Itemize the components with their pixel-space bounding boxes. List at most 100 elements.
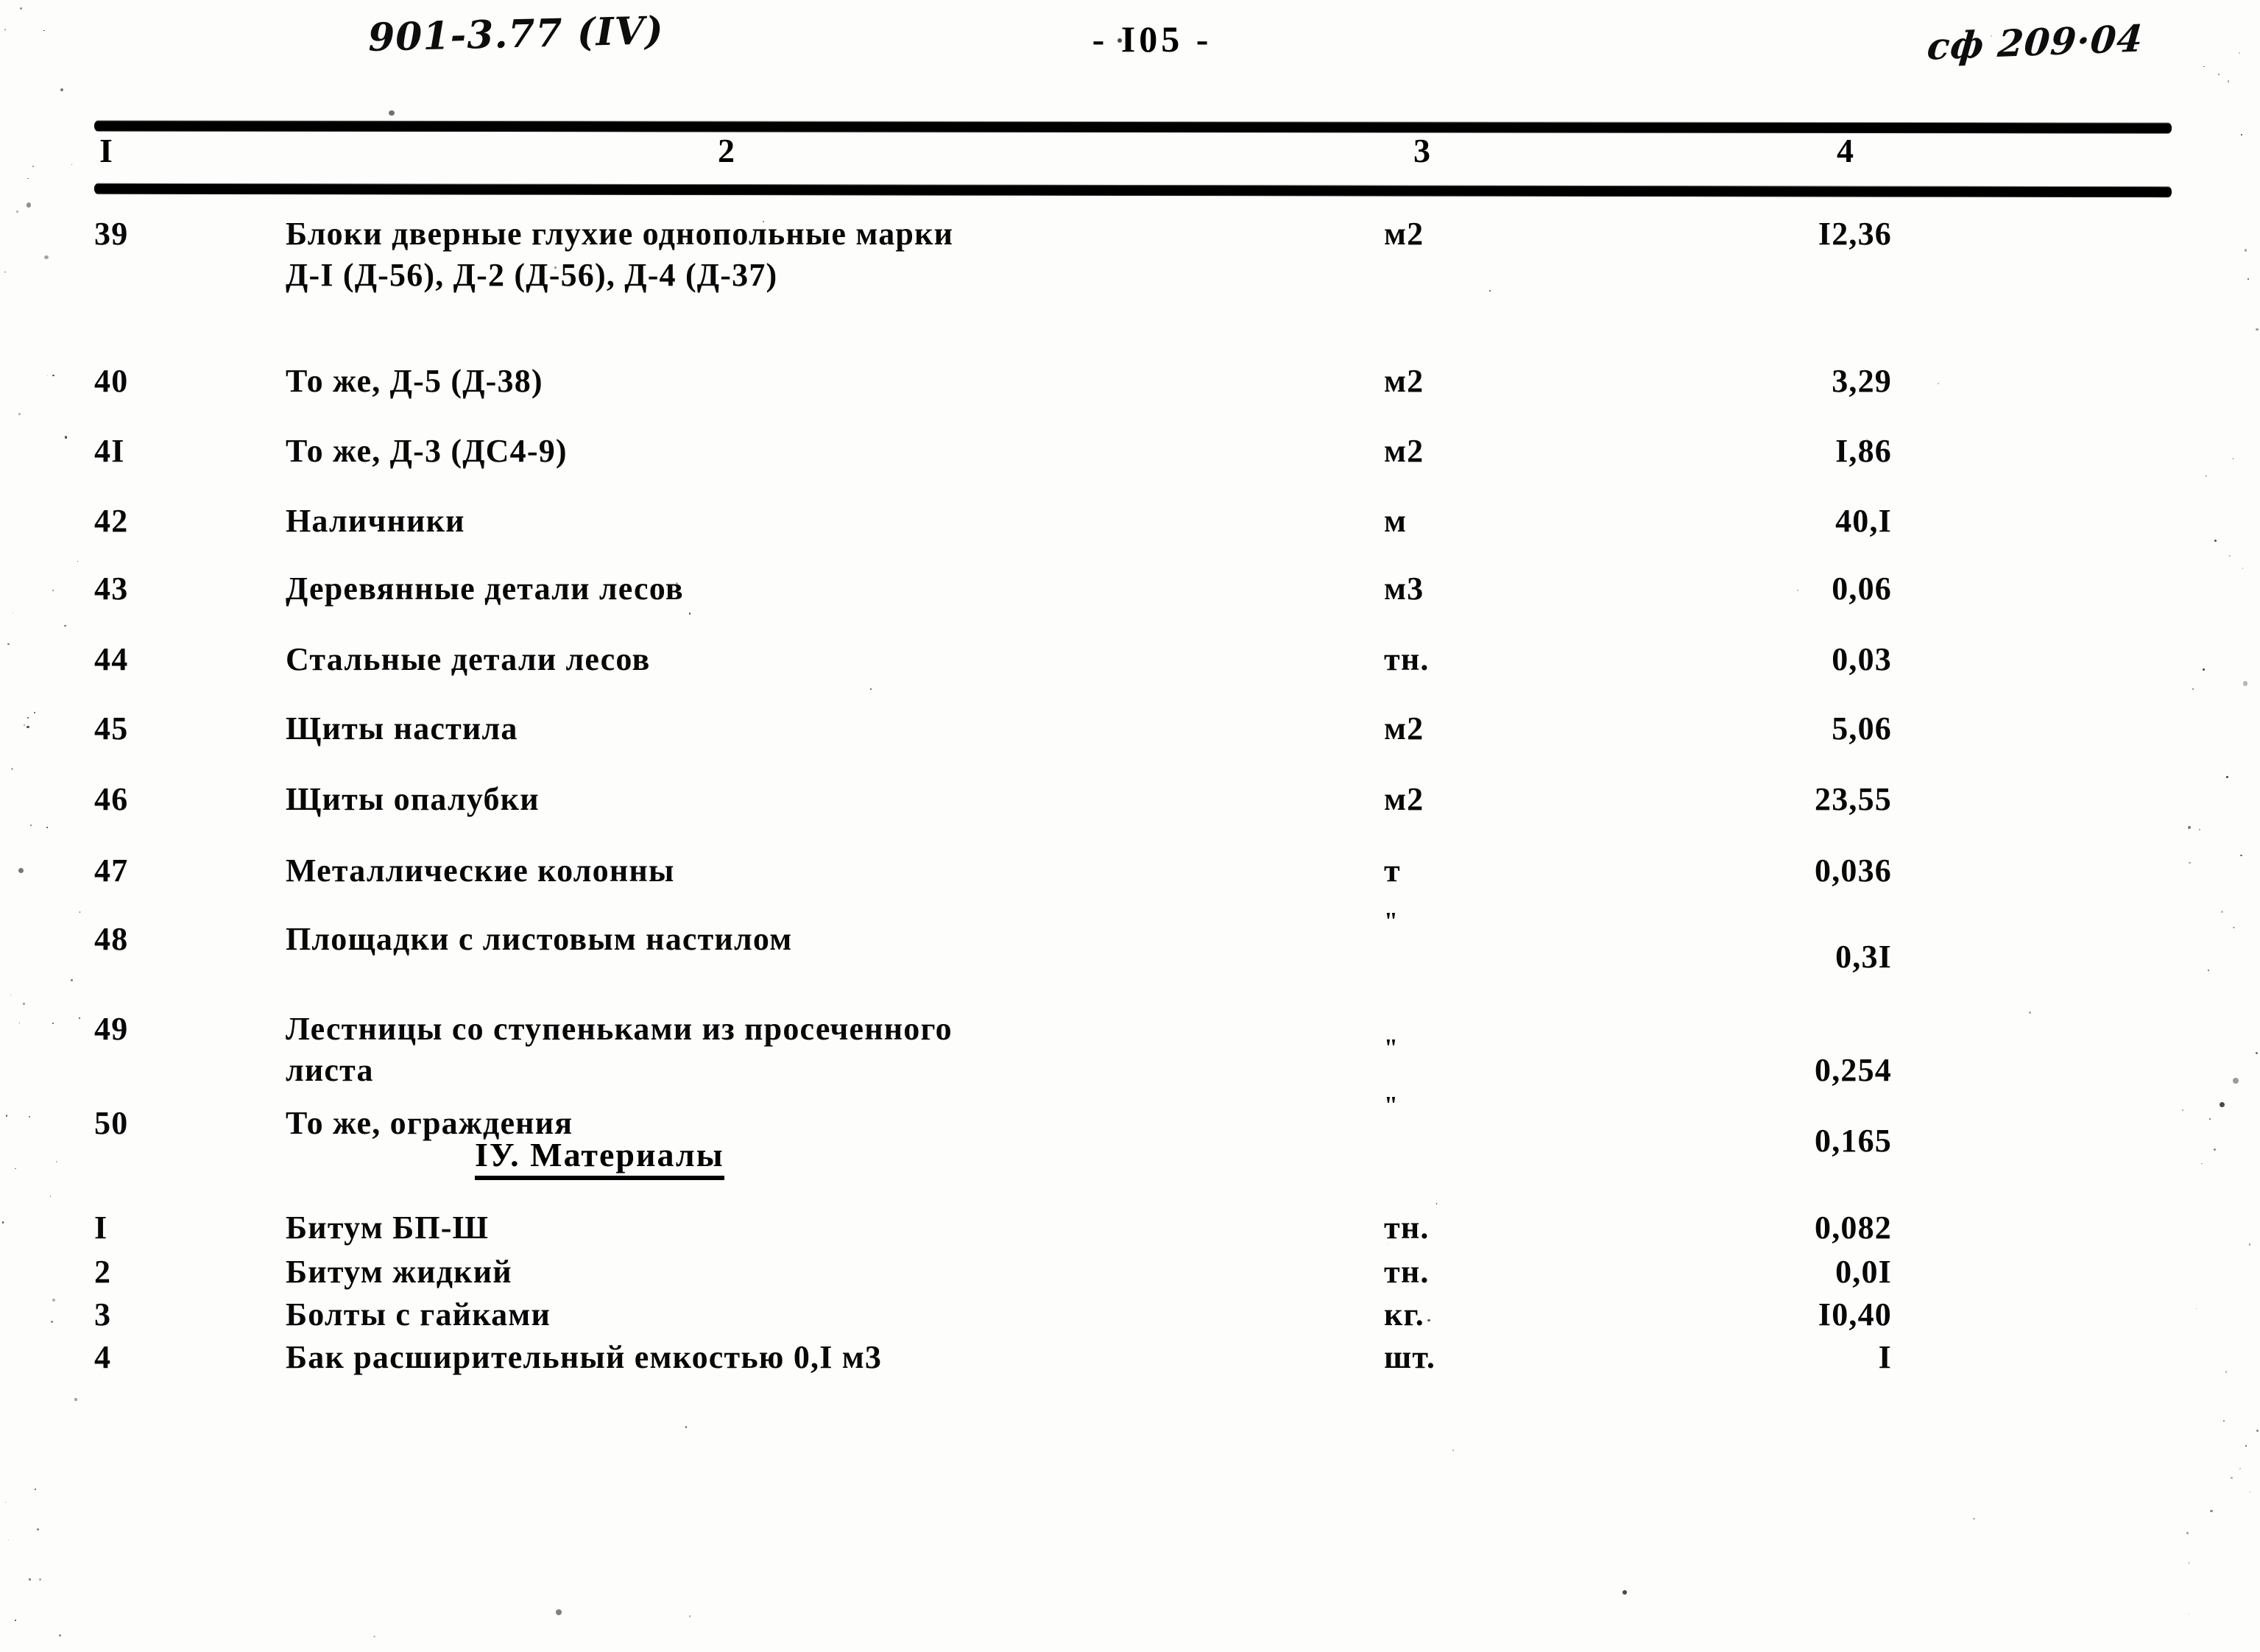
scan-speckle (78, 1017, 81, 1020)
material-description: Битум БП-Ш (286, 1210, 490, 1246)
scan-speckle (44, 255, 49, 260)
scan-speckle (1436, 1203, 1438, 1204)
scan-speckle (64, 624, 66, 626)
material-description: Битум жидкий (286, 1254, 512, 1290)
scan-speckle (2231, 1477, 2233, 1479)
table-number: 46 (94, 781, 129, 817)
scan-speckle (2214, 539, 2217, 542)
scan-speckle (23, 1003, 25, 1005)
scan-speckle (77, 560, 79, 562)
scan-speckle (2208, 1118, 2211, 1120)
scan-speckle (2240, 854, 2242, 856)
scan-speckle (24, 724, 26, 726)
table-unit: м3 (1384, 571, 1424, 607)
scan-speckle (2248, 1243, 2250, 1246)
table-unit: м2 (1384, 216, 1424, 252)
table-unit: м (1384, 503, 1408, 539)
scan-speckle (27, 177, 29, 179)
table-number: 49 (94, 1011, 129, 1047)
table-description: То же, ограждения (286, 1105, 573, 1141)
table-number: 42 (94, 503, 129, 539)
scan-speckle (18, 412, 21, 416)
material-unit: тн. (1384, 1254, 1430, 1290)
material-unit: кг. (1384, 1296, 1424, 1332)
table-number: 45 (94, 710, 129, 746)
table-description: Лестницы со ступеньками из просеченного … (286, 1011, 953, 1088)
scan-speckle (1, 1221, 4, 1224)
scan-speckle (52, 1023, 54, 1025)
scan-speckle (7, 1539, 9, 1540)
scan-speckle (2213, 1148, 2217, 1151)
scan-speckle (10, 767, 13, 771)
scan-speckle (2195, 1308, 2197, 1310)
scan-speckle (2245, 249, 2247, 252)
scan-speckle (675, 582, 679, 585)
column-header-1: I (99, 132, 113, 169)
scan-speckle (2186, 1531, 2189, 1534)
scan-speckle (1489, 289, 1491, 292)
scan-speckle (34, 1488, 37, 1491)
scan-speckle (685, 1426, 688, 1429)
table-description: Щиты опалубки (286, 781, 540, 817)
scan-speckle (15, 210, 18, 213)
scan-speckle (38, 1578, 42, 1581)
scan-speckle (2227, 80, 2230, 82)
table-value: 23,55 (1815, 781, 1892, 817)
scan-speckle (2245, 1444, 2247, 1447)
scan-speckle (2242, 680, 2248, 686)
material-value: I (1878, 1339, 1892, 1375)
table-value: 0,254 (1815, 1052, 1892, 1088)
table-number: 4I (94, 433, 125, 469)
scan-speckle (2225, 1371, 2228, 1373)
scan-speckle (2249, 1491, 2251, 1493)
scan-speckle (1427, 1319, 1430, 1322)
scan-speckle (2256, 1052, 2259, 1055)
scan-speckle (36, 1528, 39, 1531)
scan-speckle (71, 979, 74, 982)
scan-speckle (2239, 1468, 2242, 1470)
scan-speckle (50, 1320, 54, 1323)
scan-speckle (2202, 668, 2206, 671)
scan-speckle (389, 110, 395, 116)
table-description: Деревянные детали лесов (286, 571, 684, 607)
scan-speckle (2222, 1419, 2225, 1422)
scan-speckle (33, 711, 35, 713)
material-unit: шт. (1384, 1339, 1436, 1375)
scan-speckle (259, 186, 261, 187)
scan-speckle (5, 1501, 7, 1503)
scan-speckle (2247, 278, 2250, 280)
scan-speckle (58, 1634, 61, 1637)
table-description: Металлические колонны (286, 853, 675, 889)
page-header: 901-3.77 (IV) - I05 - сф 209·04 (0, 0, 2260, 103)
material-description: Бак расширительный емкостью 0,I м3 (286, 1339, 883, 1375)
scan-speckle (762, 220, 765, 222)
scan-speckle (5, 1115, 8, 1117)
table-value: 0,165 (1815, 1123, 1892, 1159)
table-number: 44 (94, 641, 129, 677)
table-description: То же, Д-3 (ДС4-9) (286, 433, 568, 469)
scan-speckle (688, 613, 691, 615)
scan-speckle (2206, 475, 2208, 477)
scan-speckle (2229, 554, 2231, 557)
table-number: 50 (94, 1105, 129, 1141)
table-value: 0,036 (1815, 853, 1892, 889)
scan-speckle (52, 374, 54, 377)
table-unit: " (1384, 908, 1398, 935)
table-description: Наличники (286, 503, 465, 539)
scan-speckle (27, 725, 29, 728)
table-value: 3,29 (1832, 363, 1892, 399)
scan-speckle (2192, 688, 2194, 690)
scan-speckle (2210, 1509, 2213, 1513)
scan-speckle (2256, 328, 2259, 331)
scan-speckle (870, 688, 872, 690)
scan-speckle (29, 1578, 32, 1581)
scan-speckle (71, 163, 73, 165)
table-header-rule (93, 183, 2172, 197)
table-unit: т (1384, 853, 1401, 889)
scan-speckle (2233, 926, 2235, 929)
table-description: То же, Д-5 (Д-38) (286, 363, 543, 399)
scan-speckle (1622, 1590, 1627, 1595)
table-unit: м2 (1384, 433, 1424, 469)
scan-speckle (1973, 1518, 1975, 1520)
material-value: 0,082 (1815, 1210, 1892, 1246)
